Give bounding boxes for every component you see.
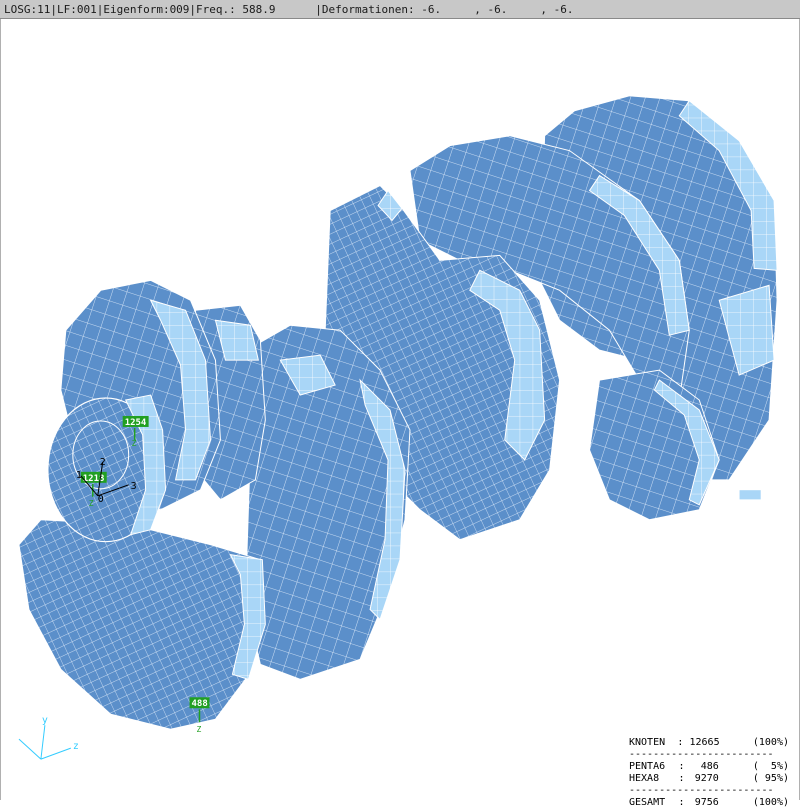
stat-row-hexa8: HEXA8:9270 ( 95%) bbox=[629, 773, 789, 784]
svg-text:0: 0 bbox=[98, 494, 104, 505]
statistics-panel: KNOTEN:12665 (100%) --------------------… bbox=[629, 737, 789, 809]
crankshaft-mesh[interactable]: 1254 Z 1218 Z 488 Z 1 2 3 0 y z bbox=[1, 19, 799, 800]
stat-row-penta6: PENTA6:486 ( 5%) bbox=[629, 761, 789, 772]
stat-row-knoten: KNOTEN:12665 (100%) bbox=[629, 737, 789, 748]
global-axis-triad: y z bbox=[18, 715, 79, 760]
svg-text:Z: Z bbox=[132, 439, 137, 448]
svg-text:2: 2 bbox=[100, 457, 106, 468]
stat-separator: ------------------------ bbox=[629, 785, 774, 796]
stat-separator: ------------------------ bbox=[629, 749, 774, 760]
svg-text:1254: 1254 bbox=[125, 418, 147, 428]
svg-text:3: 3 bbox=[131, 481, 137, 492]
status-text: LOSG:11|LF:001|Eigenform:009|Freq.: 588.… bbox=[4, 3, 574, 16]
model-viewport[interactable]: 1254 Z 1218 Z 488 Z 1 2 3 0 y z KNOTEN:… bbox=[0, 19, 800, 808]
svg-text:Z: Z bbox=[89, 499, 94, 508]
status-bar: LOSG:11|LF:001|Eigenform:009|Freq.: 588.… bbox=[0, 0, 800, 19]
svg-text:Z: Z bbox=[197, 725, 202, 734]
svg-text:1: 1 bbox=[76, 470, 82, 481]
stat-row-gesamt: GESAMT:9756 (100%) bbox=[629, 797, 789, 808]
svg-text:488: 488 bbox=[192, 699, 208, 709]
svg-text:y: y bbox=[42, 715, 48, 726]
svg-text:z: z bbox=[73, 741, 79, 752]
front-counterweight bbox=[18, 519, 266, 730]
